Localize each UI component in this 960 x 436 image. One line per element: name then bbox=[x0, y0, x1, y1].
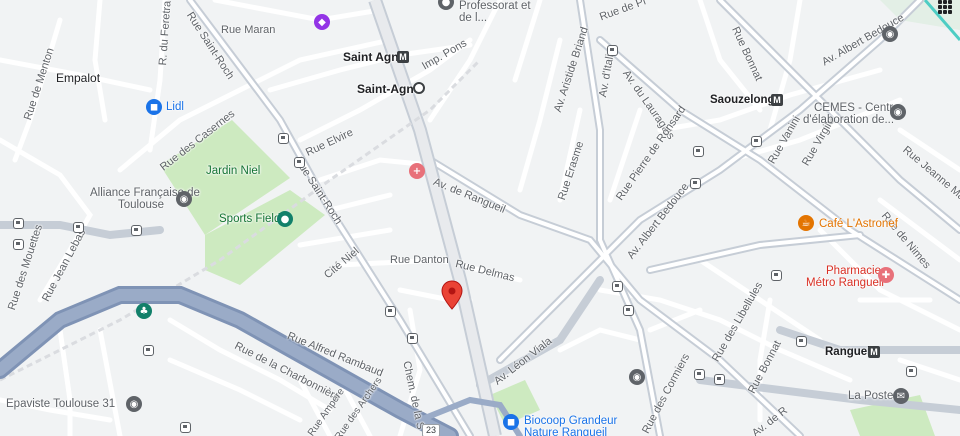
location-pin-icon[interactable] bbox=[441, 280, 463, 310]
place-professorat-line2[interactable]: de l... bbox=[459, 12, 487, 25]
bus-stop-icon[interactable] bbox=[771, 270, 782, 281]
bus-stop-icon[interactable] bbox=[796, 336, 807, 347]
bus-stop-icon[interactable] bbox=[751, 136, 762, 147]
street-label-rue-maran: Rue Maran bbox=[221, 24, 276, 36]
research-icon[interactable]: ◉ bbox=[890, 104, 906, 120]
shopping-icon[interactable]: ◼ bbox=[146, 99, 162, 115]
park-icon[interactable]: ♣ bbox=[136, 303, 152, 319]
bus-stop-icon[interactable] bbox=[623, 305, 634, 316]
place-sports-field[interactable]: Sports Field bbox=[219, 213, 280, 226]
bus-stop-icon[interactable] bbox=[73, 222, 84, 233]
bus-stop-icon[interactable] bbox=[13, 218, 24, 229]
place-rangueil[interactable]: Rangueil bbox=[825, 346, 874, 359]
bus-stop-icon[interactable] bbox=[906, 366, 917, 377]
place-biocoop-line2[interactable]: Nature Rangueil bbox=[524, 427, 607, 436]
map-view[interactable]: Rue Maran R. du Feretra Rue Saint-Roch R… bbox=[0, 0, 960, 436]
place-empalot[interactable]: Empalot bbox=[56, 72, 100, 85]
metro-icon: M bbox=[397, 51, 409, 63]
mail-icon[interactable]: ✉ bbox=[893, 388, 909, 404]
store-icon[interactable]: ◆ bbox=[314, 14, 330, 30]
bus-stop-icon[interactable] bbox=[407, 333, 418, 344]
cafe-icon[interactable]: ☕ bbox=[798, 215, 814, 231]
place-pharmacie-line2[interactable]: Métro Rangueil bbox=[806, 277, 884, 290]
map-base-layer bbox=[0, 0, 960, 436]
place-la-poste[interactable]: La Poste bbox=[848, 390, 893, 403]
service-icon[interactable]: ◉ bbox=[126, 396, 142, 412]
bus-stop-icon[interactable] bbox=[13, 239, 24, 250]
place-cemes-line2[interactable]: d'élaboration de... bbox=[803, 114, 894, 127]
bus-stop-icon[interactable] bbox=[143, 345, 154, 356]
sports-field-icon[interactable]: ● bbox=[277, 211, 293, 227]
bus-stop-icon[interactable] bbox=[607, 45, 618, 56]
train-station-icon bbox=[413, 82, 425, 94]
bus-stop-icon[interactable] bbox=[714, 374, 725, 385]
bus-stop-icon[interactable] bbox=[612, 281, 623, 292]
place-saouzelong[interactable]: Saouzelong bbox=[710, 94, 775, 107]
hospital-icon[interactable]: + bbox=[409, 163, 425, 179]
place-epaviste[interactable]: Epaviste Toulouse 31 bbox=[6, 398, 115, 411]
apps-grid-icon[interactable] bbox=[938, 0, 954, 14]
route-shield: 23 bbox=[422, 424, 441, 436]
place-saint-agne-metro[interactable]: Saint Agne bbox=[343, 51, 405, 64]
school-icon[interactable]: ◉ bbox=[176, 191, 192, 207]
metro-icon-rangueil: M bbox=[868, 346, 880, 358]
place-lidl[interactable]: Lidl bbox=[166, 101, 184, 114]
place-saint-agne-station[interactable]: Saint-Agne bbox=[357, 83, 420, 96]
metro-icon-saouzelong: M bbox=[771, 94, 783, 106]
place-alliance-line2[interactable]: Toulouse bbox=[118, 199, 164, 212]
bus-stop-icon[interactable] bbox=[180, 422, 191, 433]
street-label-rue-danton: Rue Danton bbox=[390, 254, 449, 266]
bus-stop-icon[interactable] bbox=[294, 157, 305, 168]
place-cafe[interactable]: Café L'Astronef bbox=[819, 218, 898, 231]
place-jardin-niel[interactable]: Jardin Niel bbox=[206, 165, 260, 178]
bus-stop-icon[interactable] bbox=[694, 369, 705, 380]
grocery-icon[interactable]: ◼ bbox=[503, 414, 519, 430]
bus-stop-icon[interactable] bbox=[131, 225, 142, 236]
bus-stop-icon[interactable] bbox=[385, 306, 396, 317]
school-icon-top-right[interactable]: ◉ bbox=[882, 26, 898, 42]
school-icon-bottom[interactable]: ◉ bbox=[629, 369, 645, 385]
pharmacy-icon[interactable]: ✚ bbox=[878, 267, 894, 283]
bus-stop-icon[interactable] bbox=[690, 178, 701, 189]
bus-stop-icon[interactable] bbox=[693, 146, 704, 157]
bus-stop-icon[interactable] bbox=[278, 133, 289, 144]
